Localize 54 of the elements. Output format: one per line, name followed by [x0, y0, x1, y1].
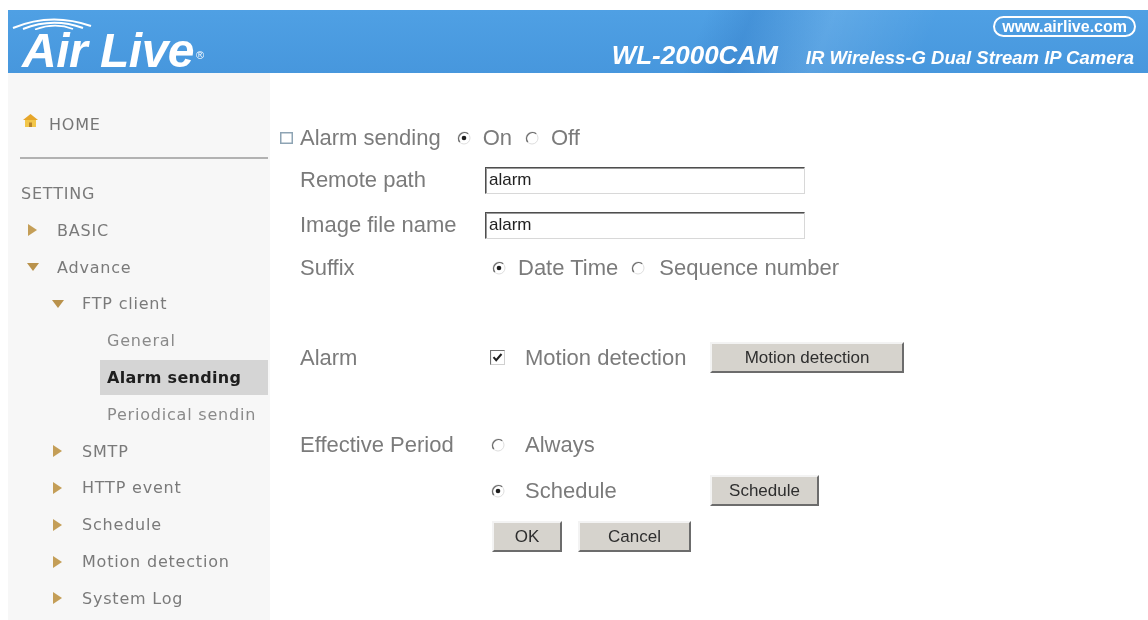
nav-item[interactable]: BASIC — [50, 212, 116, 248]
home-link[interactable]: HOME — [49, 114, 101, 134]
nav-item[interactable]: Motion detection — [75, 544, 237, 580]
website-link[interactable]: www.airlive.com — [993, 16, 1136, 37]
schedule-button[interactable]: Schedule — [710, 475, 819, 506]
caret-down-icon[interactable] — [52, 300, 64, 308]
nav-item[interactable]: Schedule — [75, 507, 169, 543]
nav-item[interactable]: Alarm sending — [100, 360, 268, 396]
option-label: Sequence number — [659, 255, 840, 281]
radio-button[interactable] — [631, 261, 646, 275]
option-label: Always — [525, 432, 595, 458]
option-label: Off — [551, 125, 580, 151]
field-label: Image file name — [300, 212, 457, 238]
option-label: Date Time — [518, 255, 619, 281]
caret-right-icon[interactable] — [53, 555, 62, 568]
field-label: Suffix — [300, 255, 355, 281]
nav-item[interactable]: Advance — [50, 249, 139, 285]
checkbox[interactable] — [490, 350, 505, 365]
brand-logo: Air Live$^{®}$ — [22, 31, 204, 71]
nav-item[interactable]: HTTP event — [75, 470, 189, 506]
nav-item[interactable]: General — [100, 323, 183, 359]
radio-button[interactable] — [492, 261, 506, 275]
nav-item[interactable]: Periodical sendin — [100, 396, 264, 432]
house-icon[interactable] — [23, 114, 38, 127]
radio-button[interactable] — [491, 483, 505, 498]
square-bullet-icon — [280, 132, 293, 144]
section-heading: SETTING — [21, 183, 96, 205]
caret-right-icon[interactable] — [28, 224, 37, 237]
option-label: Motion detection — [525, 344, 687, 371]
radio-button[interactable] — [491, 438, 505, 452]
signal-arcs-icon — [11, 15, 93, 30]
ok-button[interactable]: OK — [492, 521, 562, 552]
field-label: Alarm sending — [300, 125, 441, 151]
option-label: On — [482, 125, 512, 151]
field-label: Effective Period — [300, 432, 454, 458]
caret-right-icon[interactable] — [53, 592, 62, 605]
radio-button[interactable] — [525, 131, 539, 145]
nav-item[interactable]: SMTP — [75, 433, 136, 469]
field-label: Alarm — [300, 344, 358, 371]
caret-down-icon[interactable] — [27, 263, 39, 272]
option-label: Schedule — [525, 477, 617, 504]
text-field[interactable]: alarm — [485, 211, 805, 239]
caret-right-icon[interactable] — [53, 445, 62, 458]
product-description: IR Wireless-G Dual Stream IP Camera — [805, 47, 1134, 69]
field-label: Remote path — [300, 167, 426, 193]
text-field[interactable]: alarm — [485, 166, 805, 194]
caret-right-icon[interactable] — [53, 481, 62, 494]
nav-item[interactable]: System Log — [75, 580, 191, 616]
caret-right-icon[interactable] — [53, 518, 62, 531]
motion-detection-button[interactable]: Motion detection — [710, 342, 904, 373]
nav-item[interactable]: FTP client — [75, 286, 175, 322]
radio-button[interactable] — [456, 131, 471, 145]
model-name: WL-2000CAM — [611, 41, 778, 69]
cancel-button[interactable]: Cancel — [578, 521, 691, 552]
